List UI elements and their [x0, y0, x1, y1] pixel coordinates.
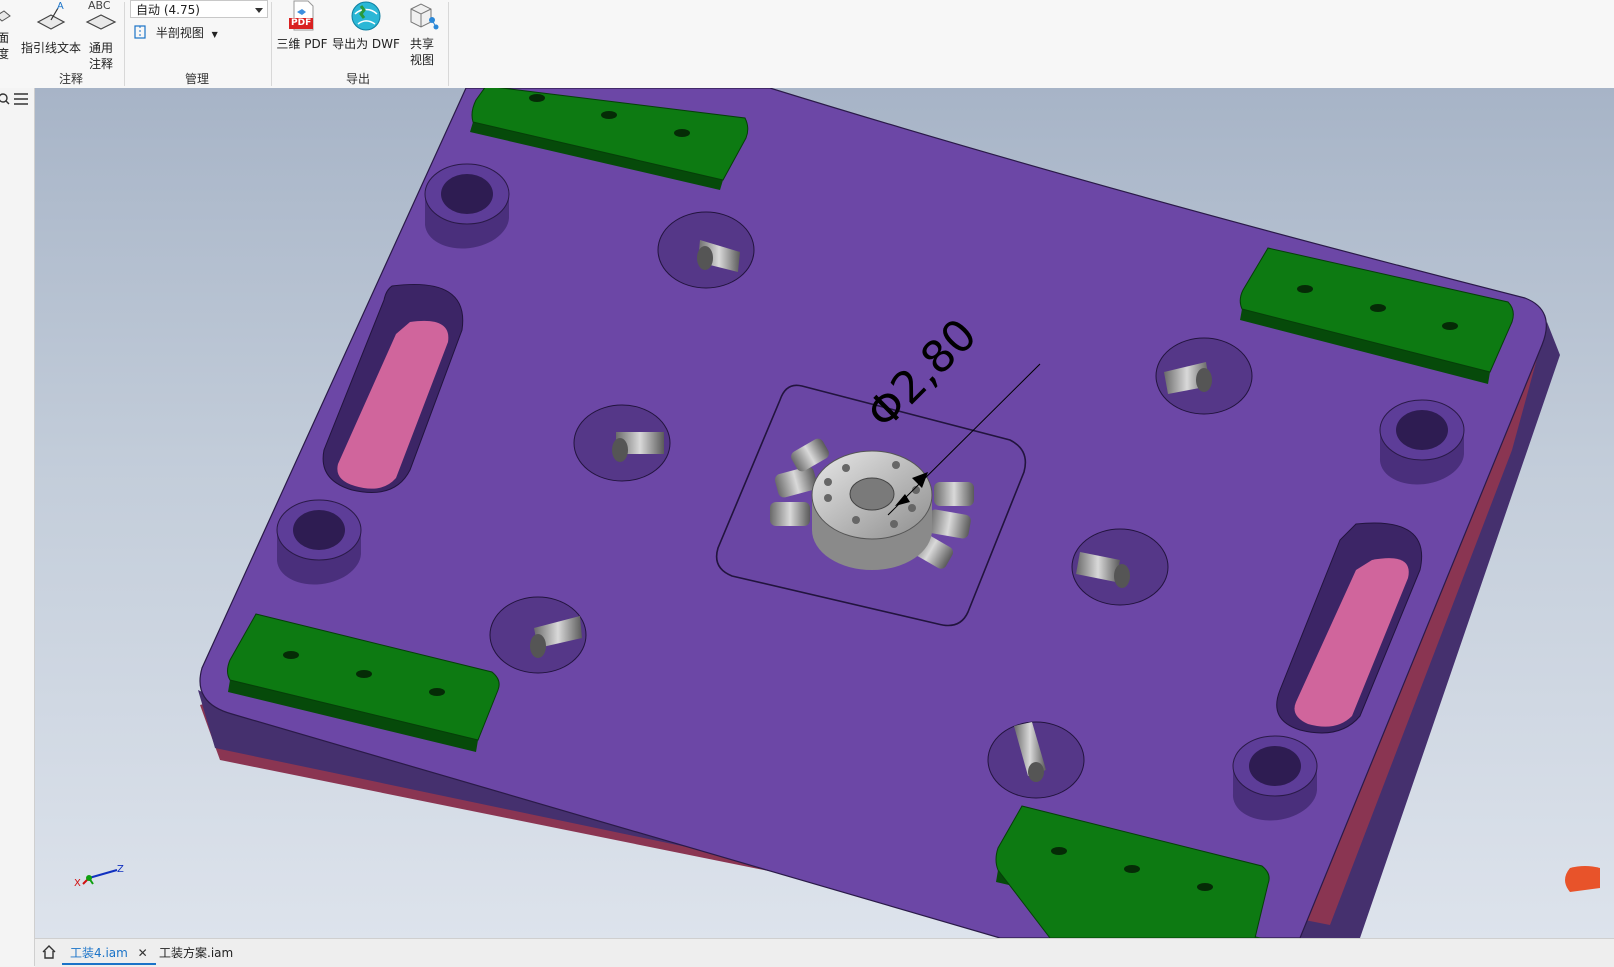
general-note-button[interactable]: ABC 通用 注释: [84, 0, 118, 72]
ribbon: 面 度 A 指引线文本 ABC 通用 注释 注释 自动 (4.75) 半剖视图 …: [0, 0, 1614, 89]
plane-icon: [0, 10, 11, 22]
chevron-down-icon[interactable]: [255, 8, 263, 13]
axis-triad-icon: [82, 869, 118, 885]
pdf-icon: PDF: [288, 0, 316, 32]
scale-combo[interactable]: 自动 (4.75): [130, 0, 268, 18]
svg-text:A: A: [57, 1, 64, 12]
model-browser-panel: [0, 88, 35, 966]
fitting-hole-2[interactable]: [573, 404, 671, 482]
half-section-icon: [134, 25, 146, 39]
bushing-top-left[interactable]: [424, 163, 510, 249]
export-dwf-label: 导出为 DWF: [332, 37, 400, 51]
3d-viewport[interactable]: Φ2,80 X Z: [35, 88, 1614, 938]
annotation-group-label: 注释: [58, 72, 83, 86]
home-icon[interactable]: [41, 944, 57, 960]
fitting-hole-1[interactable]: [657, 211, 755, 289]
bushing-bottom-right[interactable]: [1232, 735, 1318, 821]
share-view-label-1: 共享: [409, 37, 434, 51]
menu-icon[interactable]: [13, 92, 29, 106]
export-3d-pdf-label: 三维 PDF: [276, 37, 328, 51]
document-tab-bar: 工装4.iam ✕ 工装方案.iam: [35, 938, 1614, 967]
group-divider: [271, 2, 272, 86]
tab-label: 工装4.iam: [70, 946, 128, 960]
tab-document-1[interactable]: 工装4.iam ✕: [62, 943, 156, 965]
close-icon[interactable]: ✕: [138, 946, 148, 960]
share-view-button[interactable]: 共享 视图: [402, 0, 442, 68]
fitting-hole-4[interactable]: [1155, 337, 1253, 415]
export-3d-pdf-button[interactable]: PDF 三维 PDF: [275, 0, 329, 52]
scale-combo-value: 自动 (4.75): [136, 3, 200, 17]
axis-z-label: Z: [117, 864, 124, 875]
globe-icon: [351, 1, 381, 31]
partial-ribbon-button[interactable]: 面 度: [0, 2, 12, 62]
3d-model-scene[interactable]: [35, 88, 1614, 938]
tab-document-2[interactable]: 工装方案.iam: [151, 943, 241, 963]
logo-fragment: [1565, 866, 1600, 892]
share-cube-icon: [410, 3, 439, 30]
half-section-label: 半剖视图: [155, 26, 204, 40]
fitting-hole-3[interactable]: [489, 596, 587, 674]
bushing-left[interactable]: [276, 499, 362, 585]
fitting-hole-6[interactable]: [987, 721, 1085, 799]
leader-text-icon: A: [36, 1, 66, 30]
partial-button-label-1: 面: [0, 31, 9, 45]
partial-button-label-2: 度: [0, 47, 9, 61]
leader-text-button[interactable]: A 指引线文本: [20, 0, 82, 56]
group-divider: [124, 2, 125, 86]
pdf-icon-text: PDF: [289, 18, 314, 29]
tab-label: 工装方案.iam: [159, 946, 234, 960]
bushing-right[interactable]: [1379, 399, 1465, 485]
export-dwf-button[interactable]: 导出为 DWF: [331, 0, 401, 52]
dropdown-arrow-icon[interactable]: ▼: [212, 30, 218, 39]
manage-group-label: 管理: [184, 72, 209, 86]
fitting-hole-5[interactable]: [1071, 528, 1169, 606]
axis-x-label: X: [74, 878, 81, 889]
general-note-label-1: 通用: [88, 41, 113, 55]
general-note-icon: ABC: [84, 0, 118, 34]
share-view-label-2: 视图: [409, 53, 434, 67]
export-group-label: 导出: [345, 72, 370, 86]
search-icon[interactable]: [0, 92, 10, 106]
leader-text-label: 指引线文本: [20, 41, 81, 55]
group-divider: [448, 2, 449, 86]
half-section-button[interactable]: 半剖视图 ▼: [133, 24, 218, 42]
